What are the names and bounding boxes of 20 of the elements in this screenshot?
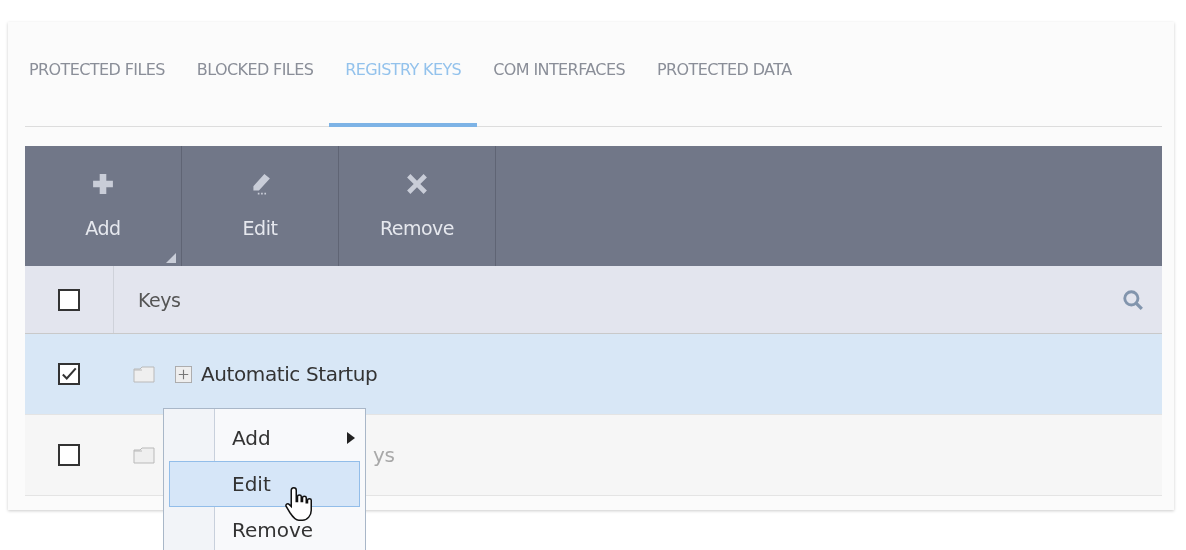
column-header[interactable]: Keys xyxy=(138,288,1122,311)
row-label: Automatic Startup xyxy=(201,362,378,386)
folder-icon xyxy=(133,446,155,464)
tab[interactable]: PROTECTED FILES xyxy=(25,52,181,127)
checkbox[interactable] xyxy=(58,363,80,385)
plus-icon xyxy=(92,173,114,195)
tab[interactable]: BLOCKED FILES xyxy=(180,52,330,127)
menu-item[interactable]: Edit xyxy=(169,461,360,507)
menu-item[interactable]: Remove xyxy=(169,507,360,550)
checkbox[interactable] xyxy=(58,288,80,311)
folder-icon xyxy=(133,365,155,383)
close-icon xyxy=(406,173,428,195)
expand-icon[interactable] xyxy=(175,365,192,383)
tab[interactable]: COM INTERFACES xyxy=(477,52,641,127)
tab[interactable]: PROTECTED DATA xyxy=(640,52,808,127)
checkbox[interactable] xyxy=(58,444,80,466)
row-label: ys xyxy=(373,443,395,467)
table-row[interactable]: Automatic Startup xyxy=(25,334,1162,415)
hand-cursor-icon xyxy=(285,485,315,523)
menu-item[interactable]: Add xyxy=(169,415,360,461)
